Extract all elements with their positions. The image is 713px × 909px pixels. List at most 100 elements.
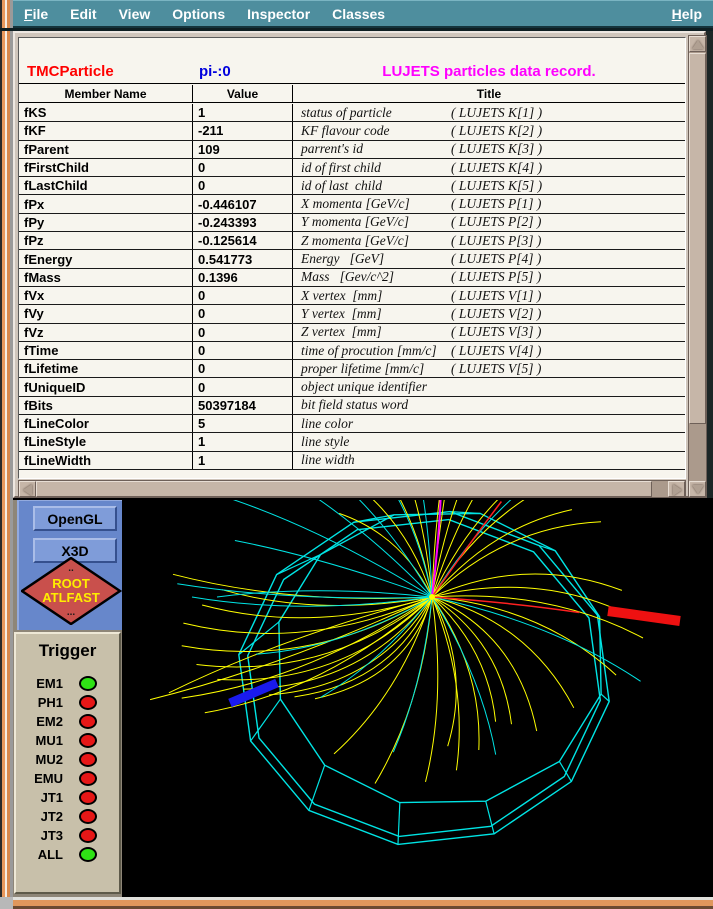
value-cell: 1	[193, 104, 293, 121]
menu-item-inspector[interactable]: Inspector	[236, 6, 321, 22]
table-row-fVy: fVy0Y vertex [mm]( LUJETS V[2] )	[19, 305, 685, 323]
title-cell: parrent's id( LUJETS K[3] )	[293, 141, 685, 157]
member-name-cell[interactable]: fTime	[19, 342, 193, 359]
value-cell: 0	[193, 287, 293, 304]
table-row-fVz: fVz0Z vertex [mm]( LUJETS V[3] )	[19, 324, 685, 342]
column-header-value: Value	[193, 85, 293, 102]
table-row-fParent: fParent109parrent's id( LUJETS K[3] )	[19, 141, 685, 159]
member-name-cell[interactable]: fLifetime	[19, 360, 193, 377]
value-cell: -0.243393	[193, 214, 293, 231]
table-row-fEnergy: fEnergy0.541773Energy [GeV]( LUJETS P[4]…	[19, 250, 685, 268]
trigger-item-jt2: JT2	[16, 807, 119, 826]
member-name-cell[interactable]: fParent	[19, 141, 193, 158]
event-display[interactable]	[122, 500, 713, 897]
scroll-right-button[interactable]	[668, 481, 685, 497]
particle-track	[269, 597, 432, 695]
horizontal-scrollbar[interactable]	[18, 480, 686, 498]
table-row-fUniqueID: fUniqueID0object unique identifier	[19, 378, 685, 396]
member-name-cell[interactable]: fKF	[19, 122, 193, 139]
trigger-item-mu1: MU1	[16, 731, 119, 750]
table-row-fPx: fPx-0.446107X momenta [GeV/c]( LUJETS P[…	[19, 195, 685, 213]
value-cell: 0	[193, 342, 293, 359]
table-row-fFirstChild: fFirstChild0id of first child( LUJETS K[…	[19, 159, 685, 177]
member-name-cell[interactable]: fVx	[19, 287, 193, 304]
member-name-cell[interactable]: fVy	[19, 305, 193, 322]
member-name-cell[interactable]: fPy	[19, 214, 193, 231]
column-header-member-name: Member Name	[19, 85, 193, 102]
inspector-panel: TMCParticle pi-:0 LUJETS particles data …	[13, 31, 706, 498]
table-header-row: Member Name Value Title	[19, 85, 685, 103]
window-corner-handle[interactable]	[0, 897, 13, 909]
viewer-button-panel: OpenGL X3D .. ROOT ATLFAST ...	[17, 500, 122, 630]
trigger-led-off	[79, 828, 97, 843]
arrow-up-icon	[692, 40, 704, 49]
value-cell: 0	[193, 324, 293, 341]
member-name-cell[interactable]: fLineWidth	[19, 452, 193, 469]
table-row-fKF: fKF-211KF flavour code( LUJETS K[2] )	[19, 122, 685, 140]
title-cell: Y momenta [GeV/c]( LUJETS P[2] )	[293, 214, 685, 230]
member-name-cell[interactable]: fMass	[19, 269, 193, 286]
horizontal-scrollbar-thumb[interactable]	[36, 481, 652, 497]
root-atlfast-diamond-button[interactable]: .. ROOT ATLFAST ...	[21, 557, 122, 625]
member-name-cell[interactable]: fLastChild	[19, 177, 193, 194]
opengl-button[interactable]: OpenGL	[33, 506, 117, 531]
scroll-up-button[interactable]	[689, 36, 706, 52]
menu-item-help[interactable]: Help	[661, 6, 713, 22]
record-title: LUJETS particles data record.	[293, 63, 685, 80]
particle-track	[235, 541, 432, 598]
value-cell: 109	[193, 141, 293, 158]
member-name-cell[interactable]: fFirstChild	[19, 159, 193, 176]
detector-ring	[248, 520, 601, 837]
root-object-inspector-window: FileEditViewOptionsInspectorClasses Help…	[0, 0, 713, 909]
interaction-vertex	[429, 594, 435, 600]
table-row-fLineColor: fLineColor5line color	[19, 415, 685, 433]
value-cell: 50397184	[193, 397, 293, 414]
member-name-cell[interactable]: fPz	[19, 232, 193, 249]
table-row-fMass: fMass0.1396Mass [Gev/c^2]( LUJETS P[5] )	[19, 269, 685, 287]
trigger-led-off	[79, 714, 97, 729]
value-cell: 0.541773	[193, 250, 293, 267]
menu-item-classes[interactable]: Classes	[321, 6, 396, 22]
title-cell: Y vertex [mm]( LUJETS V[2] )	[293, 306, 685, 322]
particle-track	[202, 597, 432, 618]
event-display-canvas[interactable]	[122, 500, 713, 897]
menu-item-edit[interactable]: Edit	[59, 6, 107, 22]
table-row-fPy: fPy-0.243393Y momenta [GeV/c]( LUJETS P[…	[19, 214, 685, 232]
table-row-fTime: fTime0time of procution [mm/c]( LUJETS V…	[19, 342, 685, 360]
trigger-label: MU1	[16, 733, 63, 748]
scroll-left-button[interactable]	[19, 481, 36, 497]
particle-track	[334, 597, 432, 754]
vertical-scrollbar[interactable]	[688, 35, 707, 498]
trigger-item-all: ALL	[16, 845, 119, 864]
window-left-frame[interactable]	[0, 0, 13, 909]
particle-track	[173, 574, 432, 598]
window-right-frame[interactable]	[706, 31, 713, 498]
particle-track	[432, 597, 616, 675]
member-name-cell[interactable]: fLineColor	[19, 415, 193, 432]
member-name-cell[interactable]: fUniqueID	[19, 378, 193, 395]
scroll-down-button[interactable]	[689, 481, 706, 497]
member-name-cell[interactable]: fBits	[19, 397, 193, 414]
table-row-fLifetime: fLifetime0proper lifetime [mm/c]( LUJETS…	[19, 360, 685, 378]
trigger-item-em2: EM2	[16, 712, 119, 731]
vertical-scrollbar-thumb[interactable]	[689, 53, 706, 424]
title-cell: Z vertex [mm]( LUJETS V[3] )	[293, 324, 685, 340]
title-cell: status of particle( LUJETS K[1] )	[293, 105, 685, 121]
title-cell: Mass [Gev/c^2]( LUJETS P[5] )	[293, 269, 685, 285]
trigger-item-ph1: PH1	[16, 693, 119, 712]
table-row-fKS: fKS1status of particle( LUJETS K[1] )	[19, 104, 685, 122]
diamond-dots-top: ..	[68, 563, 74, 574]
menu-item-options[interactable]: Options	[161, 6, 236, 22]
value-cell: 0	[193, 177, 293, 194]
trigger-item-jt3: JT3	[16, 826, 119, 845]
member-name-cell[interactable]: fEnergy	[19, 250, 193, 267]
menu-item-file[interactable]: File	[13, 6, 59, 22]
detector-spoke	[486, 801, 494, 834]
member-name-cell[interactable]: fVz	[19, 324, 193, 341]
member-name-cell[interactable]: fLineStyle	[19, 433, 193, 450]
member-name-cell[interactable]: fKS	[19, 104, 193, 121]
particle-track	[432, 597, 459, 770]
trigger-led-on	[79, 847, 97, 862]
member-name-cell[interactable]: fPx	[19, 195, 193, 212]
menu-item-view[interactable]: View	[108, 6, 162, 22]
